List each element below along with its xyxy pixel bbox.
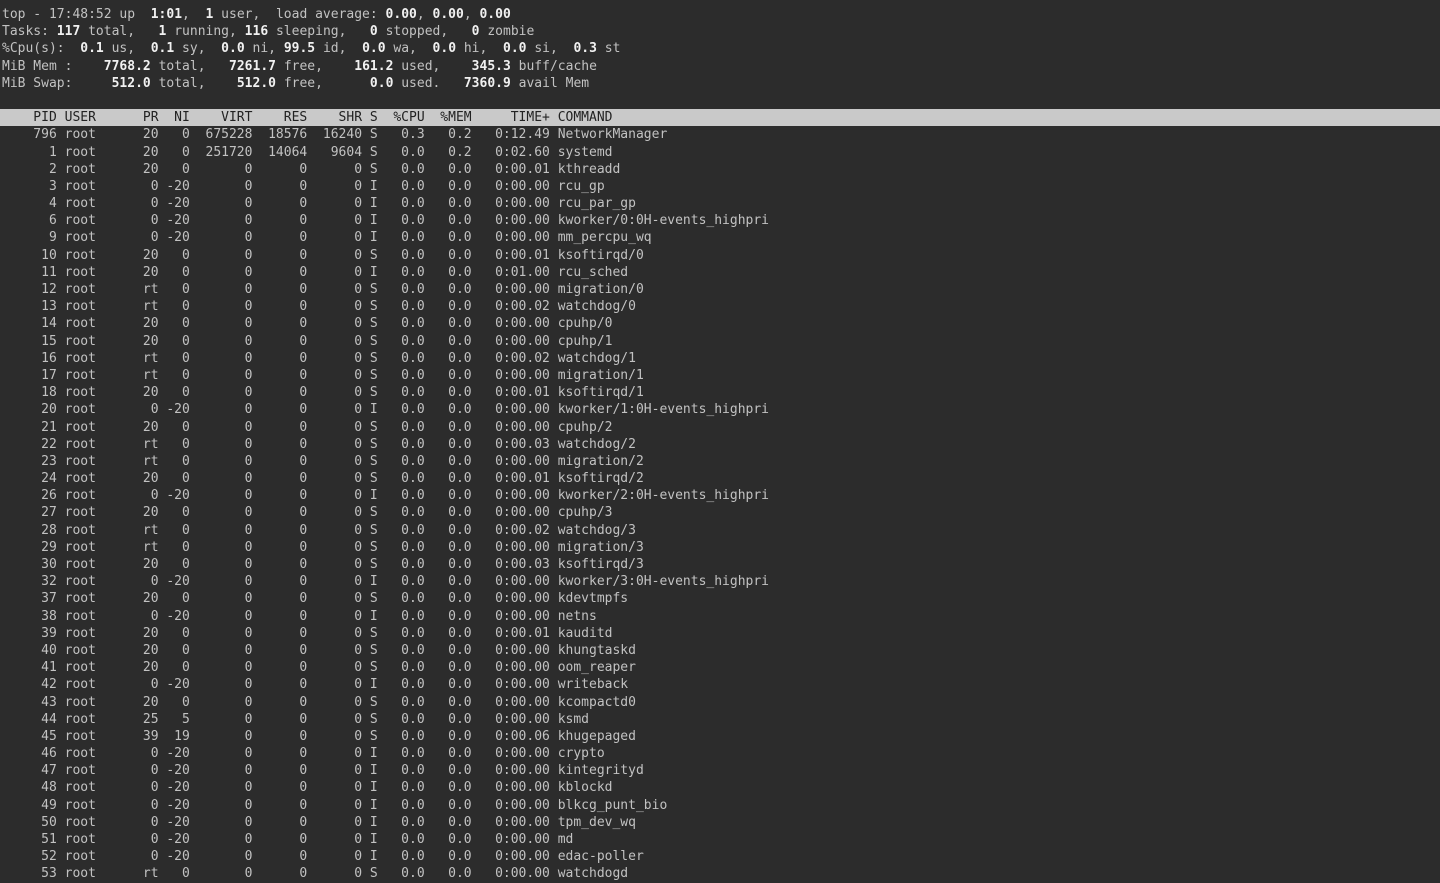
process-row: 30 root 20 0 0 0 0 S 0.0 0.0 0:00.03 kso…	[0, 556, 1440, 573]
blank-line	[0, 92, 1440, 109]
process-row: 21 root 20 0 0 0 0 S 0.0 0.0 0:00.00 cpu…	[0, 419, 1440, 436]
process-row: 16 root rt 0 0 0 0 S 0.0 0.0 0:00.02 wat…	[0, 350, 1440, 367]
process-row: 29 root rt 0 0 0 0 S 0.0 0.0 0:00.00 mig…	[0, 539, 1440, 556]
process-row: 18 root 20 0 0 0 0 S 0.0 0.0 0:00.01 kso…	[0, 384, 1440, 401]
process-row: 9 root 0 -20 0 0 0 I 0.0 0.0 0:00.00 mm_…	[0, 229, 1440, 246]
process-row: 20 root 0 -20 0 0 0 I 0.0 0.0 0:00.00 kw…	[0, 401, 1440, 418]
process-table: 796 root 20 0 675228 18576 16240 S 0.3 0…	[0, 126, 1440, 882]
uptime-line: top - 17:48:52 up 1:01, 1 user, load ave…	[0, 6, 1440, 23]
process-row: 41 root 20 0 0 0 0 S 0.0 0.0 0:00.00 oom…	[0, 659, 1440, 676]
process-row: 14 root 20 0 0 0 0 S 0.0 0.0 0:00.00 cpu…	[0, 315, 1440, 332]
process-row: 10 root 20 0 0 0 0 S 0.0 0.0 0:00.01 kso…	[0, 247, 1440, 264]
process-row: 23 root rt 0 0 0 0 S 0.0 0.0 0:00.00 mig…	[0, 453, 1440, 470]
process-row: 11 root 20 0 0 0 0 I 0.0 0.0 0:01.00 rcu…	[0, 264, 1440, 281]
process-row: 28 root rt 0 0 0 0 S 0.0 0.0 0:00.02 wat…	[0, 522, 1440, 539]
process-row: 4 root 0 -20 0 0 0 I 0.0 0.0 0:00.00 rcu…	[0, 195, 1440, 212]
process-row: 796 root 20 0 675228 18576 16240 S 0.3 0…	[0, 126, 1440, 143]
process-row: 17 root rt 0 0 0 0 S 0.0 0.0 0:00.00 mig…	[0, 367, 1440, 384]
swap-line: MiB Swap: 512.0 total, 512.0 free, 0.0 u…	[0, 75, 1440, 92]
process-row: 12 root rt 0 0 0 0 S 0.0 0.0 0:00.00 mig…	[0, 281, 1440, 298]
process-row: 45 root 39 19 0 0 0 S 0.0 0.0 0:00.06 kh…	[0, 728, 1440, 745]
process-row: 50 root 0 -20 0 0 0 I 0.0 0.0 0:00.00 tp…	[0, 814, 1440, 831]
process-row: 26 root 0 -20 0 0 0 I 0.0 0.0 0:00.00 kw…	[0, 487, 1440, 504]
process-row: 27 root 20 0 0 0 0 S 0.0 0.0 0:00.00 cpu…	[0, 504, 1440, 521]
process-row: 43 root 20 0 0 0 0 S 0.0 0.0 0:00.00 kco…	[0, 694, 1440, 711]
process-row: 1 root 20 0 251720 14064 9604 S 0.0 0.2 …	[0, 144, 1440, 161]
process-row: 46 root 0 -20 0 0 0 I 0.0 0.0 0:00.00 cr…	[0, 745, 1440, 762]
process-row: 44 root 25 5 0 0 0 S 0.0 0.0 0:00.00 ksm…	[0, 711, 1440, 728]
process-row: 32 root 0 -20 0 0 0 I 0.0 0.0 0:00.00 kw…	[0, 573, 1440, 590]
process-row: 49 root 0 -20 0 0 0 I 0.0 0.0 0:00.00 bl…	[0, 797, 1440, 814]
process-row: 40 root 20 0 0 0 0 S 0.0 0.0 0:00.00 khu…	[0, 642, 1440, 659]
process-row: 13 root rt 0 0 0 0 S 0.0 0.0 0:00.02 wat…	[0, 298, 1440, 315]
process-row: 2 root 20 0 0 0 0 S 0.0 0.0 0:00.01 kthr…	[0, 161, 1440, 178]
process-row: 39 root 20 0 0 0 0 S 0.0 0.0 0:00.01 kau…	[0, 625, 1440, 642]
process-row: 15 root 20 0 0 0 0 S 0.0 0.0 0:00.00 cpu…	[0, 333, 1440, 350]
process-table-header: PID USER PR NI VIRT RES SHR S %CPU %MEM …	[0, 109, 1440, 126]
mem-line: MiB Mem : 7768.2 total, 7261.7 free, 161…	[0, 58, 1440, 75]
process-row: 3 root 0 -20 0 0 0 I 0.0 0.0 0:00.00 rcu…	[0, 178, 1440, 195]
cpu-line: %Cpu(s): 0.1 us, 0.1 sy, 0.0 ni, 99.5 id…	[0, 40, 1440, 57]
process-row: 47 root 0 -20 0 0 0 I 0.0 0.0 0:00.00 ki…	[0, 762, 1440, 779]
process-row: 6 root 0 -20 0 0 0 I 0.0 0.0 0:00.00 kwo…	[0, 212, 1440, 229]
process-row: 48 root 0 -20 0 0 0 I 0.0 0.0 0:00.00 kb…	[0, 779, 1440, 796]
process-row: 53 root rt 0 0 0 0 S 0.0 0.0 0:00.00 wat…	[0, 865, 1440, 882]
process-row: 24 root 20 0 0 0 0 S 0.0 0.0 0:00.01 kso…	[0, 470, 1440, 487]
process-row: 52 root 0 -20 0 0 0 I 0.0 0.0 0:00.00 ed…	[0, 848, 1440, 865]
process-row: 51 root 0 -20 0 0 0 I 0.0 0.0 0:00.00 md	[0, 831, 1440, 848]
tasks-line: Tasks: 117 total, 1 running, 116 sleepin…	[0, 23, 1440, 40]
process-row: 22 root rt 0 0 0 0 S 0.0 0.0 0:00.03 wat…	[0, 436, 1440, 453]
process-row: 38 root 0 -20 0 0 0 I 0.0 0.0 0:00.00 ne…	[0, 608, 1440, 625]
process-row: 37 root 20 0 0 0 0 S 0.0 0.0 0:00.00 kde…	[0, 590, 1440, 607]
terminal-screen[interactable]: top - 17:48:52 up 1:01, 1 user, load ave…	[0, 0, 1440, 883]
process-row: 42 root 0 -20 0 0 0 I 0.0 0.0 0:00.00 wr…	[0, 676, 1440, 693]
top-summary: top - 17:48:52 up 1:01, 1 user, load ave…	[0, 6, 1440, 92]
